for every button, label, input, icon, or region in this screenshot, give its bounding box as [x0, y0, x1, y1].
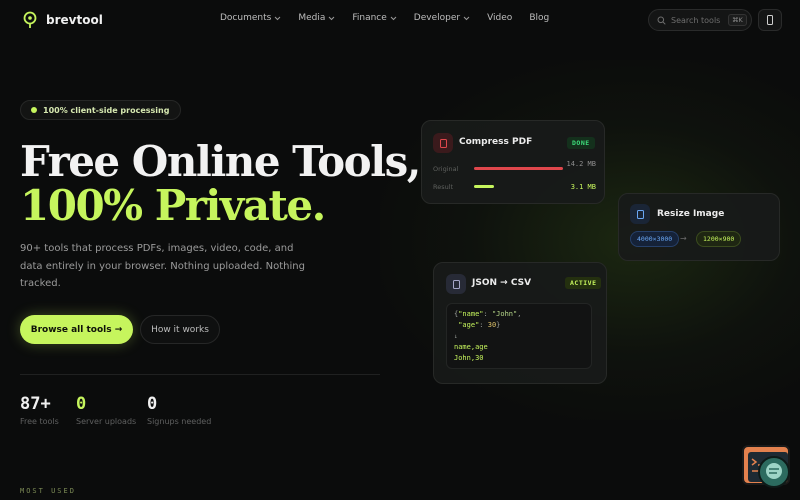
- image-icon: [630, 204, 650, 224]
- result-label: Result: [433, 183, 454, 191]
- hero-subtitle: 90+ tools that process PDFs, images, vid…: [20, 243, 305, 289]
- client-side-pill: 100% client-side processing: [20, 100, 182, 120]
- hero-title-line1: Free Online Tools,: [20, 137, 421, 186]
- result-size-bar: [474, 185, 494, 188]
- active-badge: ACTIVE: [565, 277, 602, 289]
- search-icon: [657, 16, 666, 25]
- stat-label: Free tools: [20, 417, 59, 426]
- search-shortcut: ⌘K: [728, 14, 747, 26]
- mobile-menu-button[interactable]: [758, 9, 782, 31]
- hero-title: Free Online Tools, 100% Private.: [20, 137, 421, 230]
- nav-item-blog[interactable]: Blog: [529, 13, 549, 23]
- original-value: 14.2 MB: [566, 160, 596, 168]
- brand-name: brevtool: [46, 13, 103, 27]
- nav-item-media[interactable]: Media: [298, 13, 335, 23]
- card-title: Compress PDF: [459, 137, 533, 147]
- brand-logo-icon: [23, 11, 37, 28]
- nav-item-label: Media: [298, 13, 326, 23]
- stat-label: Signups needed: [147, 417, 212, 426]
- nav-item-label: Developer: [413, 13, 461, 23]
- top-nav: brevtool Documents Media Finance Develop…: [0, 0, 800, 40]
- code-line: {"name": "John",: [454, 310, 522, 318]
- main-menu: Documents Media Finance Developer Video …: [220, 13, 566, 23]
- code-line: "age": 30}: [458, 321, 501, 329]
- stat-label: Server uploads: [76, 417, 137, 426]
- stat-free-tools: 87+ Free tools: [20, 394, 59, 426]
- nav-item-documents[interactable]: Documents: [220, 13, 281, 23]
- csv-header: name,age: [454, 343, 488, 351]
- menu-icon: [767, 15, 773, 25]
- card-title: Resize Image: [657, 209, 725, 219]
- status-dot-icon: [31, 107, 37, 113]
- brand[interactable]: brevtool: [22, 11, 103, 29]
- done-badge: DONE: [567, 137, 595, 149]
- chevron-down-icon: [274, 16, 281, 20]
- stat-signups: 0 Signups needed: [147, 394, 211, 426]
- stat-server-uploads: 0 Server uploads: [76, 394, 136, 426]
- arrow-right-icon: →: [680, 234, 687, 243]
- chevron-down-icon: [329, 16, 335, 20]
- pdf-icon: [433, 133, 453, 153]
- stat-value: 87+: [20, 394, 51, 414]
- section-label: MOST USED: [20, 487, 76, 495]
- hero-title-line2: 100% Private.: [20, 181, 326, 230]
- pill-text: 100% client-side processing: [43, 105, 170, 115]
- code-preview: {"name": "John", "age": 30} ↓ name,age J…: [446, 303, 592, 369]
- result-value: 3.1 MB: [570, 183, 596, 191]
- nav-item-finance[interactable]: Finance: [352, 13, 397, 23]
- from-size-chip: 4000×3000: [630, 231, 680, 247]
- nav-item-video[interactable]: Video: [487, 13, 512, 23]
- search-placeholder: Search tools: [671, 15, 721, 25]
- divider: [20, 374, 380, 375]
- csv-row: John,30: [454, 354, 484, 362]
- nav-item-label: Blog: [529, 13, 550, 23]
- search-input[interactable]: Search tools ⌘K: [648, 9, 752, 31]
- chat-icon[interactable]: [758, 456, 790, 488]
- nav-item-label: Documents: [220, 13, 272, 23]
- card-title: JSON → CSV: [472, 278, 532, 288]
- nav-item-label: Finance: [352, 13, 387, 23]
- original-label: Original: [433, 165, 459, 173]
- browse-all-tools-button[interactable]: Browse all tools →: [20, 315, 133, 344]
- how-it-works-button[interactable]: How it works: [140, 315, 220, 344]
- stat-value: 0: [147, 394, 158, 414]
- code-icon: [446, 274, 466, 294]
- to-size-chip: 1200×900: [696, 231, 742, 247]
- chevron-down-icon: [463, 16, 470, 20]
- nav-item-label: Video: [487, 13, 513, 23]
- chevron-down-icon: [390, 16, 397, 20]
- nav-item-developer[interactable]: Developer: [414, 13, 470, 23]
- stat-value: 0: [76, 394, 87, 414]
- original-size-bar: [474, 167, 563, 170]
- code-line: ↓: [454, 333, 458, 340]
